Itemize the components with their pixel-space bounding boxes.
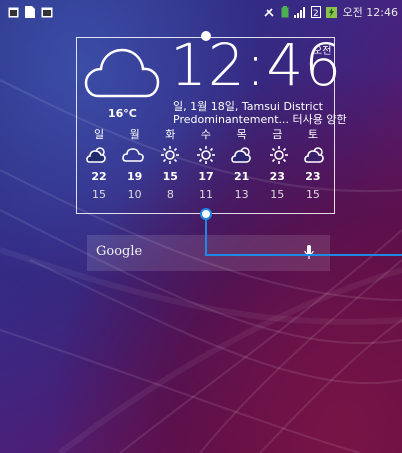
forecast-high: 23 — [269, 170, 285, 183]
battery-green-icon — [281, 6, 289, 18]
forecast-high: 23 — [305, 170, 321, 183]
clock-ampm: 오전 — [313, 46, 332, 57]
document-icon — [25, 6, 35, 18]
sim-icon: 2 — [310, 6, 321, 18]
mic-icon[interactable] — [304, 244, 314, 260]
home-screen: 2 오전 12:46 12:46 오전 16°C 일, 1월 18일, Tams… — [0, 0, 402, 453]
charging-icon — [325, 6, 337, 18]
forecast-high: 21 — [233, 170, 250, 183]
current-temperature: 16°C — [108, 107, 137, 120]
forecast-high: 17 — [198, 170, 214, 183]
forecast-low: 11 — [198, 188, 213, 201]
forecast-day: 목 — [236, 128, 247, 141]
forecast-lows: 15 10 8 11 13 15 15 — [85, 188, 327, 201]
partly-sunny-icon — [85, 145, 109, 165]
forecast-days: 일 월 화 수 목 금 토 — [85, 126, 327, 142]
google-logo-text: Google — [96, 244, 143, 259]
notification-icons — [0, 6, 53, 18]
status-time: 오전 12:46 — [342, 6, 398, 19]
forecast-day: 월 — [129, 128, 140, 141]
forecast-high: 15 — [162, 170, 178, 183]
sunny-icon — [267, 145, 291, 165]
forecast-high: 19 — [127, 170, 143, 183]
status-icons: 2 오전 12:46 — [263, 4, 398, 20]
signal-icon — [293, 6, 305, 18]
forecast-low: 10 — [127, 188, 142, 201]
screen-icon — [41, 7, 53, 17]
status-bar: 2 오전 12:46 — [0, 0, 402, 24]
google-search-bar[interactable]: Google — [87, 235, 330, 271]
forecast-low: 15 — [270, 188, 285, 201]
forecast-low: 15 — [92, 188, 106, 201]
svg-text:2: 2 — [313, 9, 319, 18]
forecast-day: 금 — [272, 128, 283, 141]
forecast-day: 화 — [165, 128, 176, 141]
forecast-highs: 22 19 15 17 21 23 23 — [85, 170, 327, 183]
forecast-low: 8 — [166, 188, 174, 201]
cloudy-icon — [121, 145, 145, 165]
mute-icon — [263, 7, 274, 17]
weather-description: Predominantement... 터사용 양한 — [173, 113, 347, 126]
partly-sunny-icon — [230, 145, 254, 165]
cloud-icon — [84, 48, 160, 98]
forecast-day: 수 — [200, 128, 212, 141]
sunny-icon — [194, 145, 218, 165]
forecast-day: 일 — [93, 128, 105, 141]
partly-sunny-icon — [303, 145, 327, 165]
forecast-high: 22 — [91, 170, 107, 183]
sunny-icon — [158, 145, 182, 165]
forecast-low: 15 — [305, 188, 320, 201]
forecast-day: 토 — [307, 128, 318, 141]
forecast-icons — [85, 145, 327, 165]
resize-handle-bottom[interactable] — [200, 208, 212, 220]
calendar-icon — [8, 7, 19, 18]
forecast-low: 13 — [234, 188, 249, 201]
